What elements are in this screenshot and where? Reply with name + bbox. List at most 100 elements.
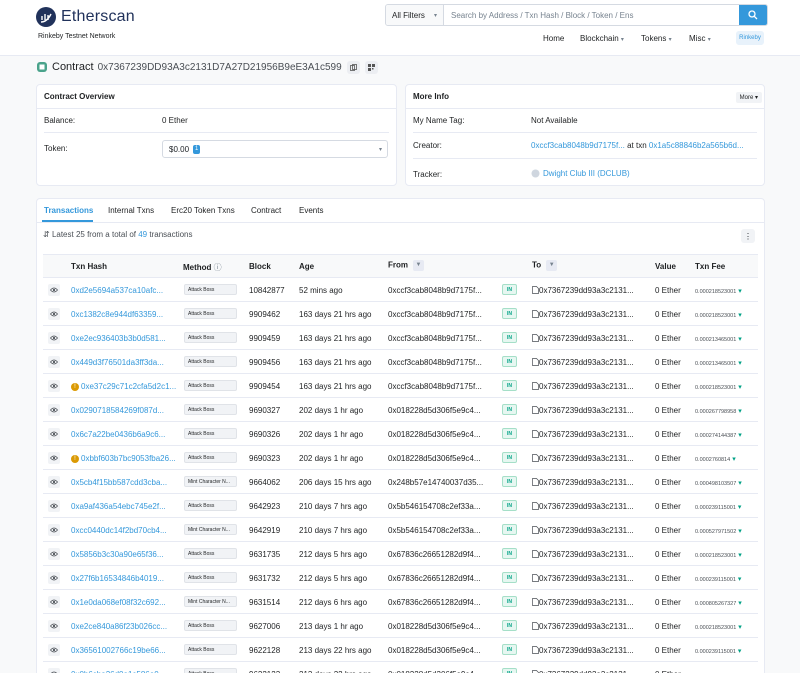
- preview-button[interactable]: [48, 668, 60, 673]
- preview-button[interactable]: [48, 452, 60, 464]
- txn-hash-link[interactable]: 0xd2e5694a537ca10afc...: [71, 286, 163, 295]
- preview-button[interactable]: [48, 644, 60, 656]
- contract-file-icon: [532, 526, 539, 534]
- nav-blockchain[interactable]: Blockchain ▾: [580, 34, 624, 44]
- block-link[interactable]: 9631735: [249, 550, 280, 559]
- tracker-link[interactable]: Dwight Club III (DCLUB): [543, 169, 630, 178]
- txn-hash-link[interactable]: 0x0290718584269f087d...: [71, 406, 164, 415]
- txn-hash-link[interactable]: 0xe2ce840a86f23b026cc...: [71, 622, 167, 631]
- from-address-link[interactable]: 0x018228d5d306f5e9c4...: [388, 430, 481, 439]
- preview-button[interactable]: [48, 308, 60, 320]
- preview-button[interactable]: [48, 356, 60, 368]
- block-link[interactable]: 9627006: [249, 622, 280, 631]
- preview-button[interactable]: [48, 428, 60, 440]
- tab-transactions[interactable]: Transactions: [44, 206, 93, 215]
- creator-address-link[interactable]: 0xccf3cab8048b9d7175f...: [531, 141, 625, 150]
- col-txn-fee-toggle[interactable]: Txn Fee: [695, 262, 725, 271]
- filter-icon[interactable]: ▼: [413, 260, 424, 271]
- etherscan-logo[interactable]: Etherscan: [36, 7, 135, 27]
- txn-hash-link[interactable]: 0xe2ec936403b3b0d581...: [71, 334, 166, 343]
- tab-erc20-token-txns[interactable]: Erc20 Token Txns: [171, 206, 235, 215]
- txn-hash-link[interactable]: 0xbbf603b7bc9053fba26...: [81, 454, 176, 463]
- block-link[interactable]: 9642923: [249, 502, 280, 511]
- txn-hash-link[interactable]: 0x36561002766c19be66...: [71, 646, 166, 655]
- block-link[interactable]: 9642919: [249, 526, 280, 535]
- from-address-link[interactable]: 0xccf3cab8048b9d7175f...: [388, 358, 482, 367]
- preview-button[interactable]: [48, 572, 60, 584]
- from-address-link[interactable]: 0xccf3cab8048b9d7175f...: [388, 310, 482, 319]
- block-link[interactable]: 9664062: [249, 478, 280, 487]
- block-link[interactable]: 9690327: [249, 406, 280, 415]
- preview-button[interactable]: [48, 548, 60, 560]
- preview-button[interactable]: [48, 620, 60, 632]
- preview-button[interactable]: [48, 332, 60, 344]
- block-link[interactable]: 9909459: [249, 334, 280, 343]
- filter-icon[interactable]: ▼: [546, 260, 558, 271]
- from-address-link[interactable]: 0x5b546154708c2ef33a...: [388, 502, 481, 511]
- token-dropdown[interactable]: $0.00 1 ▾: [162, 140, 388, 158]
- block-link[interactable]: 9909456: [249, 358, 280, 367]
- total-transactions-link[interactable]: 49: [138, 230, 147, 239]
- from-address-link[interactable]: 0x5b546154708c2ef33a...: [388, 526, 481, 535]
- from-address-link[interactable]: 0xccf3cab8048b9d7175f...: [388, 334, 482, 343]
- block-link[interactable]: 9909462: [249, 310, 280, 319]
- from-address-link[interactable]: 0xccf3cab8048b9d7175f...: [388, 286, 482, 295]
- block-link[interactable]: 9631514: [249, 598, 280, 607]
- txn-hash-link[interactable]: 0x1e0da068ef08f32c692...: [71, 598, 166, 607]
- more-dropdown-button[interactable]: More ▾: [735, 92, 762, 103]
- from-address-link[interactable]: 0x67836c26651282d9f4...: [388, 598, 481, 607]
- from-address-link[interactable]: 0x018228d5d306f5e9c4...: [388, 622, 481, 631]
- txn-hash-link[interactable]: 0xa9af436a54ebc745e2f...: [71, 502, 166, 511]
- tab-internal-txns[interactable]: Internal Txns: [108, 206, 154, 215]
- info-icon[interactable]: ⓘ: [214, 263, 222, 272]
- age-cell: 213 days 22 hrs ago: [299, 646, 372, 655]
- txn-hash-link[interactable]: 0xcc0440dc14f2bd70cb4...: [71, 526, 167, 535]
- block-link[interactable]: 9622128: [249, 646, 280, 655]
- preview-button[interactable]: [48, 476, 60, 488]
- copy-address-button[interactable]: [346, 60, 360, 74]
- from-address-link[interactable]: 0x248b57e14740037d35...: [388, 478, 483, 487]
- from-address-link[interactable]: 0x018228d5d306f5e9c4...: [388, 454, 481, 463]
- txn-hash-link[interactable]: 0x5cb4f15bb587cdd3cba...: [71, 478, 167, 487]
- preview-button[interactable]: [48, 284, 60, 296]
- creator-txn-link[interactable]: 0x1a5c88846b2a565b6d...: [649, 141, 744, 150]
- table-row: 0xa9af436a54ebc745e2f... Attack Boss 96429…: [43, 494, 758, 518]
- txn-hash-cell: ! 0xbbf603b7bc9053fba26...: [71, 454, 176, 463]
- from-address-link[interactable]: 0x67836c26651282d9f4...: [388, 574, 481, 583]
- nav-home[interactable]: Home: [543, 34, 564, 44]
- value-cell: 0 Ether: [655, 622, 681, 631]
- from-address-link[interactable]: 0x018228d5d306f5e9c4...: [388, 646, 481, 655]
- preview-button[interactable]: [48, 524, 60, 536]
- preview-button[interactable]: [48, 596, 60, 608]
- col-age-toggle[interactable]: Age: [299, 262, 314, 271]
- from-address-link[interactable]: 0x67836c26651282d9f4...: [388, 550, 481, 559]
- block-link[interactable]: 9690323: [249, 454, 280, 463]
- nav-misc[interactable]: Misc ▾: [689, 34, 711, 44]
- txn-hash-link[interactable]: 0x6c7a22be0436b6a9c6...: [71, 430, 165, 439]
- txn-hash-link[interactable]: 0x27f6b16534846b4019...: [71, 574, 164, 583]
- tab-events[interactable]: Events: [299, 206, 323, 215]
- search-button[interactable]: [739, 5, 767, 25]
- network-switch-button[interactable]: Rinkeby: [736, 31, 764, 45]
- more-options-button[interactable]: ⋮: [741, 229, 755, 243]
- txn-hash-link[interactable]: 0xc1382c8e944df63359...: [71, 310, 163, 319]
- block-link[interactable]: 9690326: [249, 430, 280, 439]
- txn-hash-link[interactable]: 0x449d3f76501da3ff3da...: [71, 358, 164, 367]
- txn-hash-link[interactable]: 0xe37c29c71c2cfa5d2c1...: [81, 382, 176, 391]
- block-link[interactable]: 9631732: [249, 574, 280, 583]
- preview-button[interactable]: [48, 500, 60, 512]
- from-address-link[interactable]: 0xccf3cab8048b9d7175f...: [388, 382, 482, 391]
- txn-hash-link[interactable]: 0x5856b3c30a90e65f36...: [71, 550, 164, 559]
- tab-contract[interactable]: Contract: [251, 206, 281, 215]
- preview-button[interactable]: [48, 404, 60, 416]
- table-row: 0x5856b3c30a90e65f36... Attack Boss 963173…: [43, 542, 758, 566]
- block-link[interactable]: 10842877: [249, 286, 285, 295]
- search-filter-select[interactable]: All Filters ▾: [386, 5, 444, 25]
- from-address-link[interactable]: 0x018228d5d306f5e9c4...: [388, 406, 481, 415]
- table-header: Txn Hash Method ⓘ Block Age From ▼ To ▼ Va…: [43, 254, 758, 278]
- block-link[interactable]: 9909454: [249, 382, 280, 391]
- nav-tokens[interactable]: Tokens ▾: [641, 34, 672, 44]
- qr-code-button[interactable]: [364, 60, 378, 74]
- search-input[interactable]: Search by Address / Txn Hash / Block / T…: [444, 5, 739, 25]
- preview-button[interactable]: [48, 380, 60, 392]
